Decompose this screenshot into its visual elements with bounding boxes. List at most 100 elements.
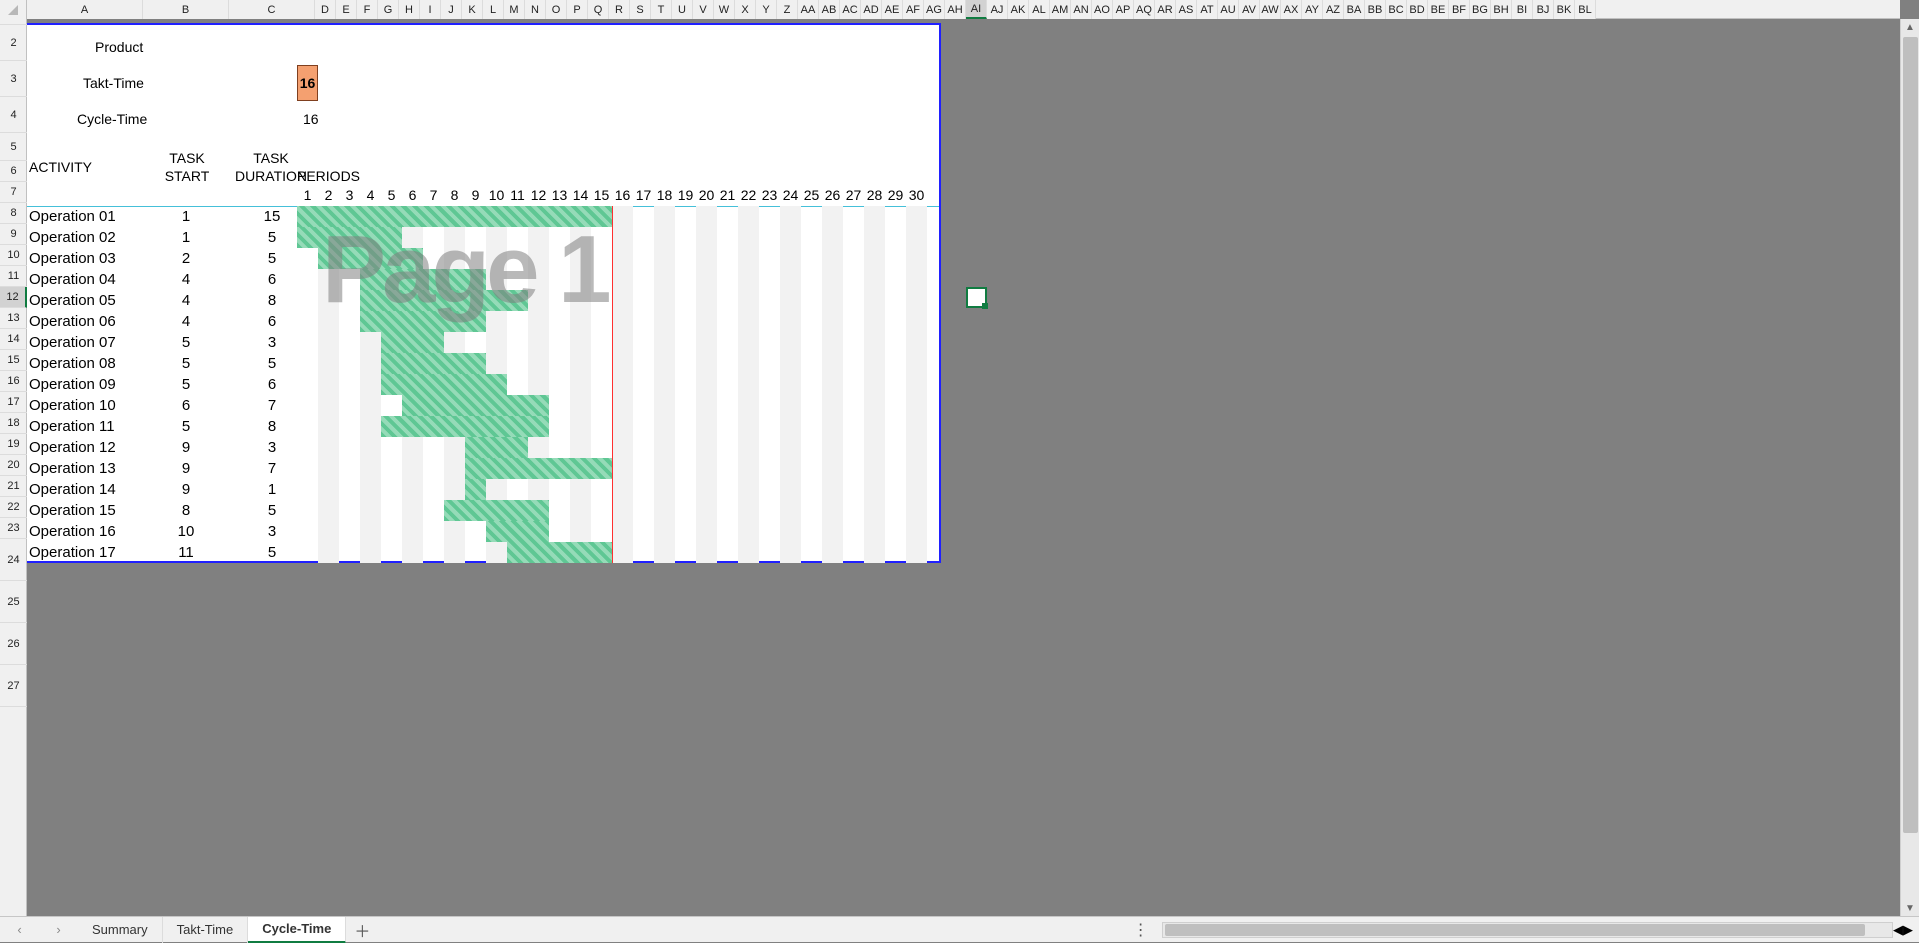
col-header-B[interactable]: B <box>143 0 229 19</box>
row-header-7[interactable]: 7 <box>0 182 27 203</box>
col-header-AA[interactable]: AA <box>798 0 819 19</box>
row-header-20[interactable]: 20 <box>0 455 27 476</box>
col-header-M[interactable]: M <box>504 0 525 19</box>
row-header-2[interactable]: 2 <box>0 25 27 61</box>
row-header-4[interactable]: 4 <box>0 97 27 133</box>
col-header-AX[interactable]: AX <box>1281 0 1302 19</box>
row-header-23[interactable]: 23 <box>0 518 27 539</box>
takt-value-cell[interactable]: 16 <box>297 65 318 101</box>
col-header-AV[interactable]: AV <box>1239 0 1260 19</box>
sheet-tab-takt[interactable]: Takt-Time <box>163 917 249 943</box>
row-header-6[interactable]: 6 <box>0 161 27 182</box>
col-header-BH[interactable]: BH <box>1491 0 1512 19</box>
row-header-19[interactable]: 19 <box>0 434 27 455</box>
scroll-right-icon[interactable]: ▶ <box>1903 922 1913 938</box>
col-header-V[interactable]: V <box>693 0 714 19</box>
add-sheet-button[interactable]: ＋ <box>346 918 378 942</box>
row-header-18[interactable]: 18 <box>0 413 27 434</box>
col-header-E[interactable]: E <box>336 0 357 19</box>
horizontal-scrollbar[interactable] <box>1162 922 1893 938</box>
col-header-AJ[interactable]: AJ <box>987 0 1008 19</box>
col-header-AZ[interactable]: AZ <box>1323 0 1344 19</box>
scroll-down-icon[interactable]: ▼ <box>1902 900 1919 916</box>
col-header-BJ[interactable]: BJ <box>1533 0 1554 19</box>
col-header-AU[interactable]: AU <box>1218 0 1239 19</box>
tab-nav-next-icon[interactable]: › <box>56 922 60 937</box>
col-header-S[interactable]: S <box>630 0 651 19</box>
hscroll-thumb[interactable] <box>1165 924 1865 936</box>
row-header-24[interactable]: 24 <box>0 539 27 581</box>
vertical-scrollbar[interactable]: ▲ ▼ <box>1900 19 1919 916</box>
row-header-27[interactable]: 27 <box>0 665 27 707</box>
col-header-BG[interactable]: BG <box>1470 0 1491 19</box>
col-header-X[interactable]: X <box>735 0 756 19</box>
col-header-AF[interactable]: AF <box>903 0 924 19</box>
select-all-corner[interactable] <box>0 0 27 19</box>
col-header-AH[interactable]: AH <box>945 0 966 19</box>
row-header-8[interactable]: 8 <box>0 203 27 224</box>
col-header-P[interactable]: P <box>567 0 588 19</box>
row-header-10[interactable]: 10 <box>0 245 27 266</box>
col-header-BA[interactable]: BA <box>1344 0 1365 19</box>
col-header-AI[interactable]: AI <box>966 0 987 19</box>
row-header-9[interactable]: 9 <box>0 224 27 245</box>
col-header-T[interactable]: T <box>651 0 672 19</box>
sheet-tab-cycle[interactable]: Cycle-Time <box>248 917 346 943</box>
tab-nav-prev-icon[interactable]: ‹ <box>17 922 21 937</box>
row-header-22[interactable]: 22 <box>0 497 27 518</box>
col-header-U[interactable]: U <box>672 0 693 19</box>
row-header-26[interactable]: 26 <box>0 623 27 665</box>
col-header-Z[interactable]: Z <box>777 0 798 19</box>
col-header-AS[interactable]: AS <box>1176 0 1197 19</box>
row-header-15[interactable]: 15 <box>0 350 27 371</box>
col-header-AE[interactable]: AE <box>882 0 903 19</box>
col-header-AC[interactable]: AC <box>840 0 861 19</box>
col-header-J[interactable]: J <box>441 0 462 19</box>
col-header-K[interactable]: K <box>462 0 483 19</box>
col-header-O[interactable]: O <box>546 0 567 19</box>
col-header-AN[interactable]: AN <box>1071 0 1092 19</box>
col-header-BI[interactable]: BI <box>1512 0 1533 19</box>
row-header-16[interactable]: 16 <box>0 371 27 392</box>
col-header-AB[interactable]: AB <box>819 0 840 19</box>
col-header-Q[interactable]: Q <box>588 0 609 19</box>
col-header-AY[interactable]: AY <box>1302 0 1323 19</box>
col-header-AG[interactable]: AG <box>924 0 945 19</box>
row-header-17[interactable]: 17 <box>0 392 27 413</box>
col-header-BF[interactable]: BF <box>1449 0 1470 19</box>
col-header-AR[interactable]: AR <box>1155 0 1176 19</box>
row-header-5[interactable]: 5 <box>0 133 27 161</box>
col-header-BK[interactable]: BK <box>1554 0 1575 19</box>
col-header-I[interactable]: I <box>420 0 441 19</box>
sheet-tab-summary[interactable]: Summary <box>78 917 163 943</box>
col-header-AM[interactable]: AM <box>1050 0 1071 19</box>
tab-nav-arrows[interactable]: ‹ › <box>0 922 78 937</box>
col-header-BD[interactable]: BD <box>1407 0 1428 19</box>
col-header-AQ[interactable]: AQ <box>1134 0 1155 19</box>
col-header-D[interactable]: D <box>315 0 336 19</box>
scroll-left-icon[interactable]: ◀ <box>1893 922 1903 938</box>
col-header-BC[interactable]: BC <box>1386 0 1407 19</box>
row-header-21[interactable]: 21 <box>0 476 27 497</box>
col-header-AT[interactable]: AT <box>1197 0 1218 19</box>
worksheet-grid[interactable]: Product Takt-Time Cycle-Time 16 16 ACTIV… <box>27 19 1900 916</box>
col-header-AW[interactable]: AW <box>1260 0 1281 19</box>
col-header-AO[interactable]: AO <box>1092 0 1113 19</box>
col-header-G[interactable]: G <box>378 0 399 19</box>
col-header-AK[interactable]: AK <box>1008 0 1029 19</box>
col-header-Y[interactable]: Y <box>756 0 777 19</box>
col-header-A[interactable]: A <box>27 0 143 19</box>
row-header-12[interactable]: 12 <box>0 287 27 308</box>
col-header-C[interactable]: C <box>229 0 315 19</box>
col-header-AD[interactable]: AD <box>861 0 882 19</box>
col-header-R[interactable]: R <box>609 0 630 19</box>
row-header-13[interactable]: 13 <box>0 308 27 329</box>
col-header-F[interactable]: F <box>357 0 378 19</box>
col-header-N[interactable]: N <box>525 0 546 19</box>
vscroll-thumb[interactable] <box>1903 37 1918 833</box>
scroll-up-icon[interactable]: ▲ <box>1902 19 1919 35</box>
tab-menu-icon[interactable]: ⋮ <box>1130 920 1152 940</box>
col-header-AP[interactable]: AP <box>1113 0 1134 19</box>
row-header-25[interactable]: 25 <box>0 581 27 623</box>
active-cell-indicator[interactable] <box>966 287 987 308</box>
